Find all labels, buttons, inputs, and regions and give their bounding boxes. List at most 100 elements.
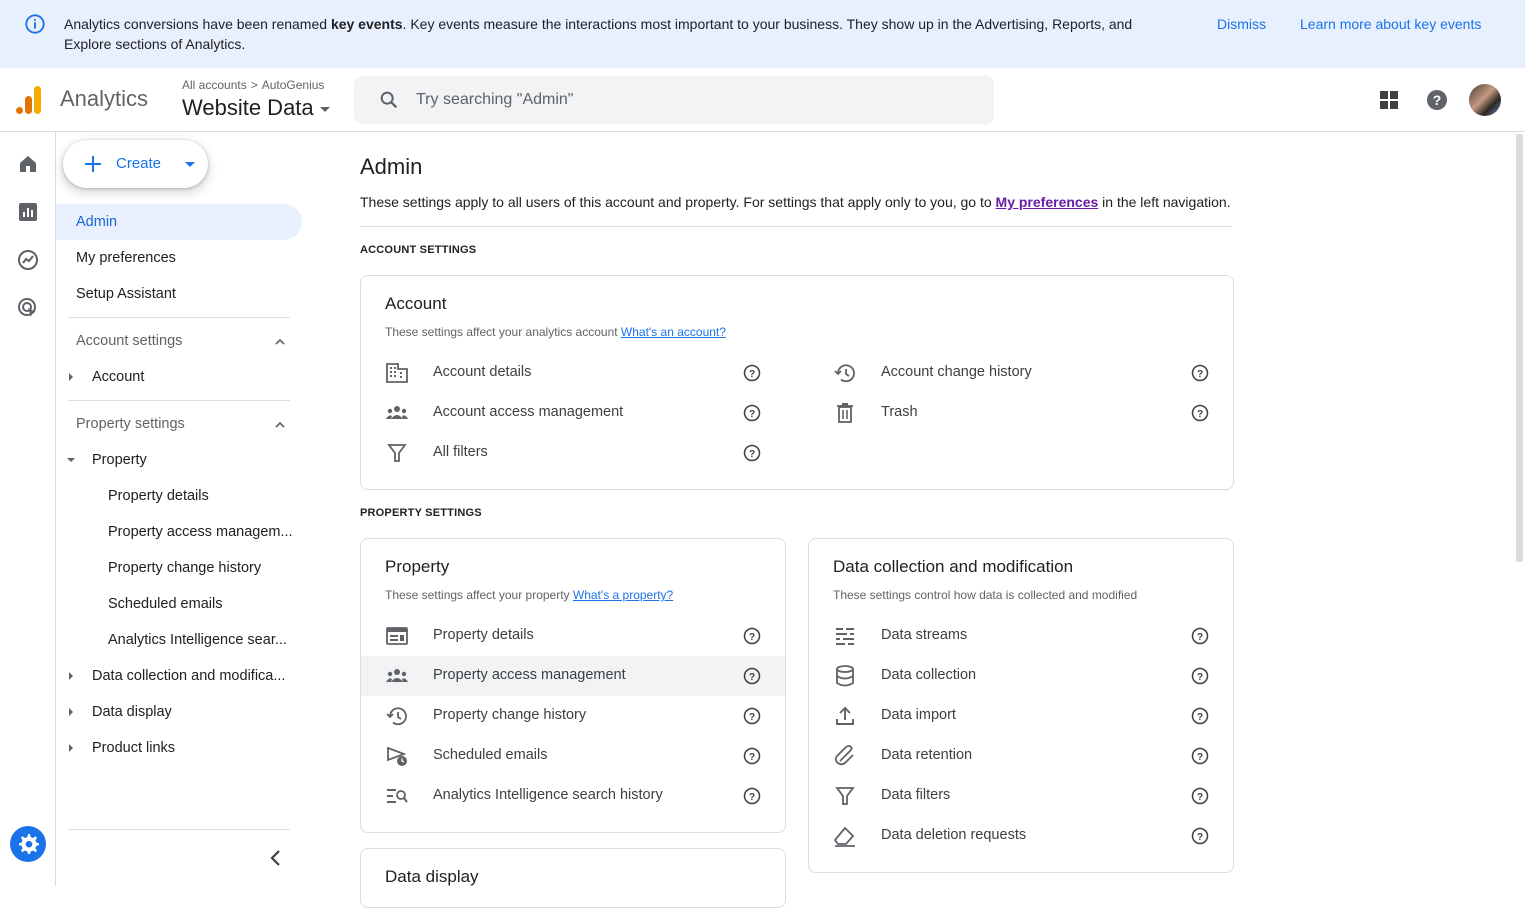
breadcrumb-account[interactable]: AutoGenius [262, 78, 325, 92]
help-outline-icon[interactable]: ? [742, 443, 762, 463]
row-label: Property access management [433, 667, 626, 683]
help-outline-icon[interactable]: ? [1190, 746, 1210, 766]
nav-account[interactable]: Account [92, 359, 292, 395]
chevron-left-icon[interactable] [264, 846, 288, 870]
account-settings-label: ACCOUNT SETTINGS [360, 244, 477, 256]
row-label: Data deletion requests [881, 827, 1027, 843]
help-outline-icon[interactable]: ? [1190, 786, 1210, 806]
advertising-icon[interactable] [16, 296, 40, 320]
nav-my-preferences[interactable]: My preferences [76, 240, 296, 276]
help-outline-icon[interactable]: ? [742, 626, 762, 646]
create-button[interactable]: Create [63, 140, 208, 188]
nav-section-account-settings[interactable]: Account settings [76, 323, 290, 359]
nav-property-change-history[interactable]: Property change history [108, 550, 298, 586]
navigation-rail [0, 132, 56, 886]
property-details-row[interactable]: Property details ? [361, 616, 785, 656]
data-collection-row[interactable]: Data collection ? [809, 656, 1233, 696]
card-title: Data collection and modification [833, 557, 1074, 576]
search-input[interactable] [416, 76, 976, 124]
row-label: Data streams [881, 627, 968, 643]
nav-data-display[interactable]: Data display [92, 694, 292, 730]
nav-data-collection[interactable]: Data collection and modifica... [92, 658, 296, 694]
card-title: Data display [385, 867, 479, 886]
card-subtitle: These settings affect your property What… [385, 588, 673, 602]
row-label: Property change history [433, 707, 587, 723]
nav-analytics-intelligence[interactable]: Analytics Intelligence sear... [108, 622, 298, 658]
help-outline-icon[interactable]: ? [742, 666, 762, 686]
help-outline-icon[interactable]: ? [1190, 826, 1210, 846]
apps-grid-icon[interactable] [1377, 88, 1401, 112]
analytics-logo-icon[interactable] [16, 84, 42, 116]
filter-icon [387, 444, 407, 462]
my-preferences-link[interactable]: My preferences [996, 194, 1099, 210]
data-deletion-requests-row[interactable]: Data deletion requests ? [809, 816, 1233, 856]
account-card: Account These settings affect your analy… [360, 275, 1234, 490]
avatar[interactable] [1469, 84, 1501, 116]
help-outline-icon[interactable]: ? [1190, 666, 1210, 686]
explore-icon[interactable] [16, 248, 40, 272]
data-filters-row[interactable]: Data filters ? [809, 776, 1233, 816]
product-name[interactable]: Analytics [60, 86, 148, 112]
data-import-row[interactable]: Data import ? [809, 696, 1233, 736]
help-outline-icon[interactable]: ? [742, 786, 762, 806]
admin-gear-button[interactable] [10, 826, 46, 862]
nav-product-links[interactable]: Product links [92, 730, 292, 766]
help-outline-icon[interactable]: ? [1190, 363, 1210, 383]
breadcrumb[interactable]: All accounts > AutoGenius [182, 78, 324, 92]
scrollbar-thumb[interactable] [1516, 134, 1523, 562]
banner-text-start: Analytics conversions have been renamed [64, 16, 331, 32]
history-icon [386, 707, 407, 726]
nav-scheduled-emails[interactable]: Scheduled emails [108, 586, 298, 622]
data-display-card: Data display [360, 848, 786, 908]
svg-text:?: ? [749, 792, 755, 803]
nav-property-access-management[interactable]: Property access managem... [108, 514, 298, 550]
collapse-arrow-icon[interactable] [67, 458, 75, 462]
data-streams-row[interactable]: Data streams ? [809, 616, 1233, 656]
home-icon[interactable] [16, 152, 40, 176]
database-icon [836, 665, 854, 687]
help-outline-icon[interactable]: ? [1190, 706, 1210, 726]
analytics-intelligence-row[interactable]: Analytics Intelligence search history ? [361, 776, 785, 816]
help-outline-icon[interactable]: ? [742, 403, 762, 423]
help-outline-icon[interactable]: ? [742, 363, 762, 383]
help-outline-icon[interactable]: ? [742, 746, 762, 766]
property-access-management-row[interactable]: Property access management ? [361, 656, 785, 696]
search-bar[interactable] [354, 76, 994, 124]
help-outline-icon[interactable]: ? [742, 706, 762, 726]
learn-more-link[interactable]: Learn more about key events [1300, 14, 1481, 34]
nav-setup-assistant[interactable]: Setup Assistant [76, 276, 296, 312]
search-icon [380, 91, 398, 109]
expand-arrow-icon[interactable] [69, 744, 73, 752]
scheduled-emails-row[interactable]: Scheduled emails ? [361, 736, 785, 776]
whats-a-property-link[interactable]: What's a property? [573, 588, 673, 602]
property-selector[interactable]: Website Data [182, 95, 330, 121]
account-details-row[interactable]: Account details ? [361, 353, 785, 393]
row-label: Account details [433, 364, 532, 380]
chevron-up-icon [275, 338, 285, 345]
expand-arrow-icon[interactable] [69, 373, 73, 381]
property-change-history-row[interactable]: Property change history ? [361, 696, 785, 736]
dismiss-button[interactable]: Dismiss [1217, 14, 1266, 34]
account-access-management-row[interactable]: Account access management ? [361, 393, 785, 433]
whats-an-account-link[interactable]: What's an account? [621, 325, 726, 339]
account-change-history-row[interactable]: Account change history ? [809, 353, 1233, 393]
people-icon [386, 406, 408, 419]
divider [360, 226, 1232, 227]
reports-icon[interactable] [16, 200, 40, 224]
all-filters-row[interactable]: All filters ? [361, 433, 785, 473]
trash-row[interactable]: Trash ? [809, 393, 1233, 433]
expand-arrow-icon[interactable] [69, 672, 73, 680]
nav-property[interactable]: Property [92, 442, 292, 478]
help-outline-icon[interactable]: ? [1190, 626, 1210, 646]
breadcrumb-all-accounts[interactable]: All accounts [182, 78, 247, 92]
help-outline-icon[interactable]: ? [1190, 403, 1210, 423]
card-title: Property [385, 557, 450, 576]
nav-property-details[interactable]: Property details [108, 478, 298, 514]
help-icon[interactable]: ? [1425, 88, 1449, 112]
data-retention-row[interactable]: Data retention ? [809, 736, 1233, 776]
upload-icon [836, 706, 854, 725]
expand-arrow-icon[interactable] [69, 708, 73, 716]
nav-section-property-settings[interactable]: Property settings [76, 406, 290, 442]
nav-admin[interactable]: Admin [56, 204, 302, 240]
scrollbar[interactable] [1513, 132, 1525, 886]
